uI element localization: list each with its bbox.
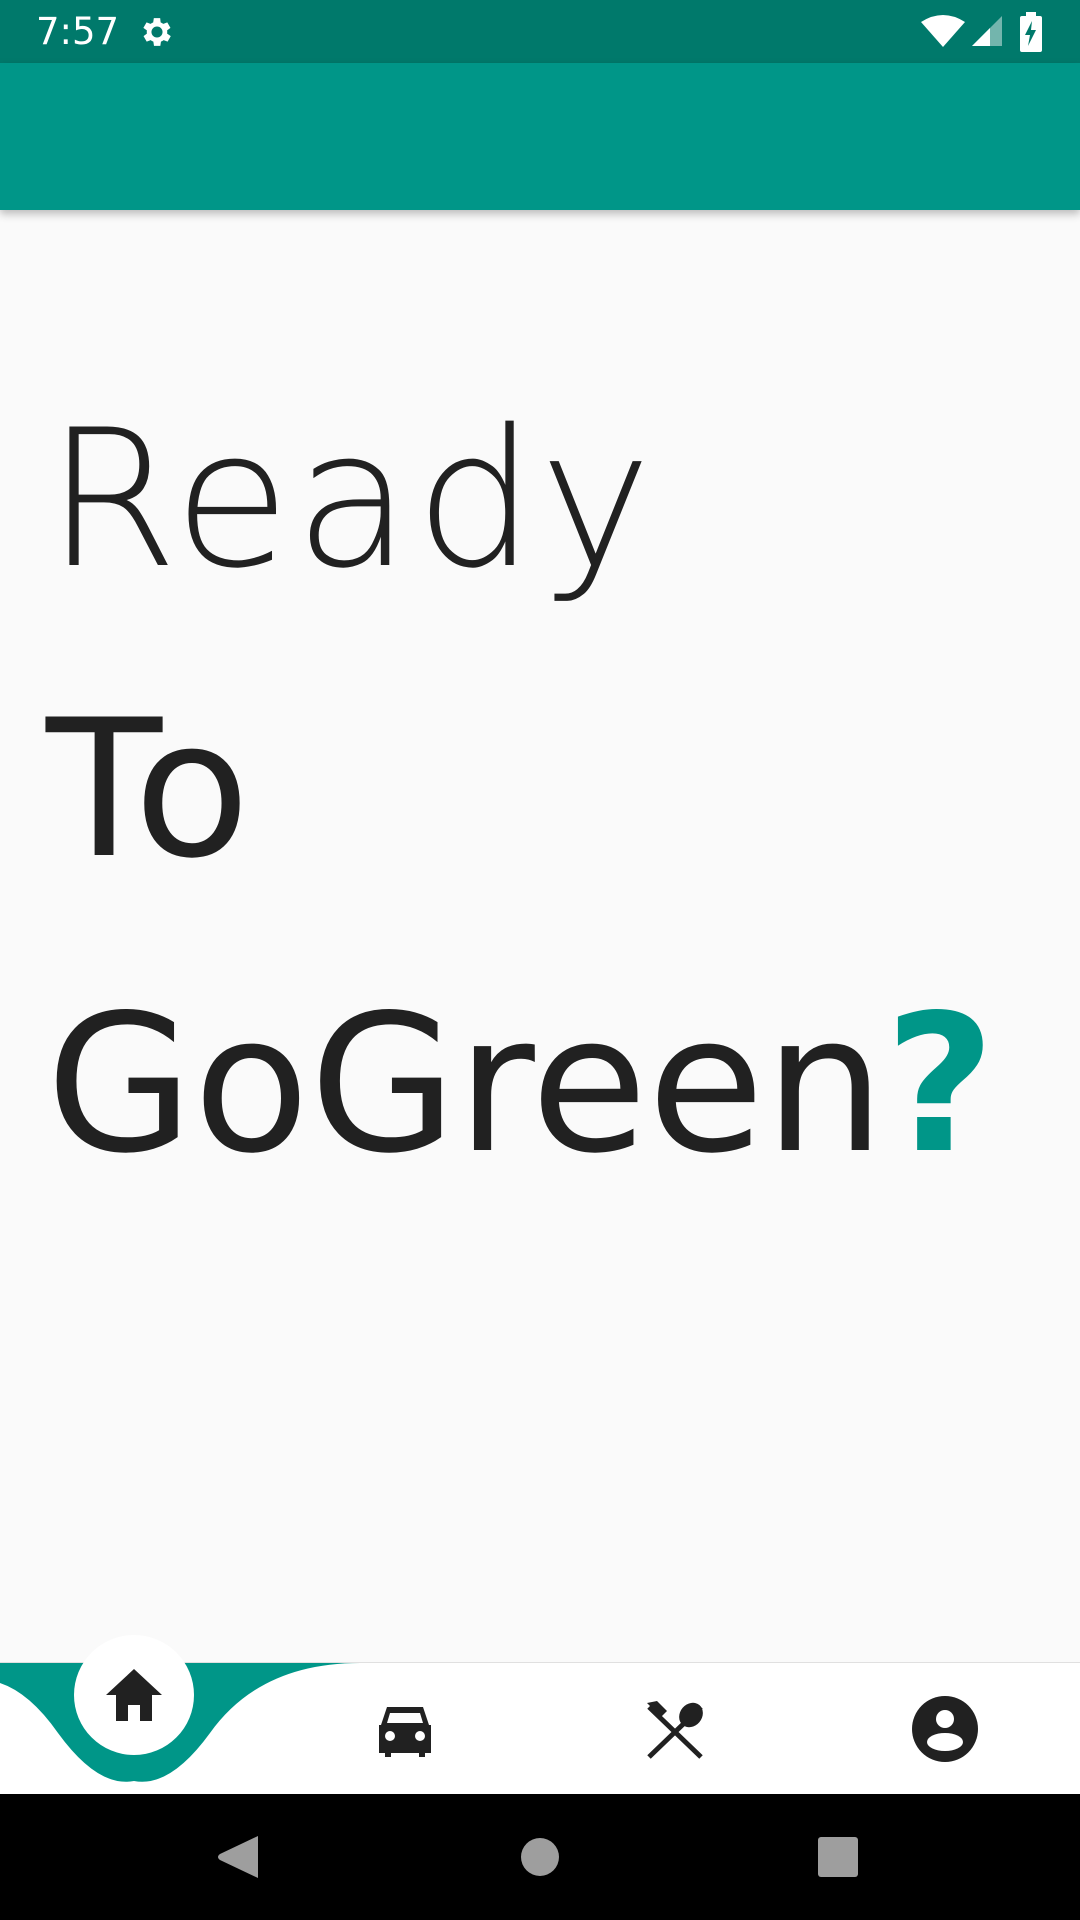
status-bar: 7:57 (0, 0, 1080, 63)
signal-icon (972, 16, 1002, 46)
nav-food-button[interactable] (639, 1693, 711, 1765)
home-icon (106, 1669, 162, 1721)
car-icon (379, 1707, 431, 1757)
system-navigation-bar (0, 1794, 1080, 1920)
wifi-icon (921, 15, 965, 47)
account-icon (912, 1696, 978, 1762)
gear-icon (143, 18, 171, 46)
recents-icon[interactable] (813, 1832, 863, 1882)
home-circle-icon[interactable] (515, 1832, 565, 1882)
hero-gogreen-text: GoGreen (46, 974, 885, 1195)
bottom-navigation (0, 1635, 1080, 1795)
hero-line-ready: Ready (46, 389, 656, 610)
nav-home-button[interactable] (74, 1635, 194, 1755)
app-bar (0, 63, 1080, 210)
hero-line-to: To (46, 679, 255, 900)
nav-profile-button[interactable] (909, 1693, 981, 1765)
utensils-icon (647, 1701, 703, 1759)
status-time: 7:57 (36, 10, 120, 53)
battery-charging-icon (1020, 12, 1042, 52)
nav-car-button[interactable] (369, 1693, 441, 1765)
hero-question-mark: ? (884, 974, 996, 1195)
hero-line-gogreen: GoGreen? (46, 985, 995, 1185)
back-icon[interactable] (214, 1832, 264, 1882)
